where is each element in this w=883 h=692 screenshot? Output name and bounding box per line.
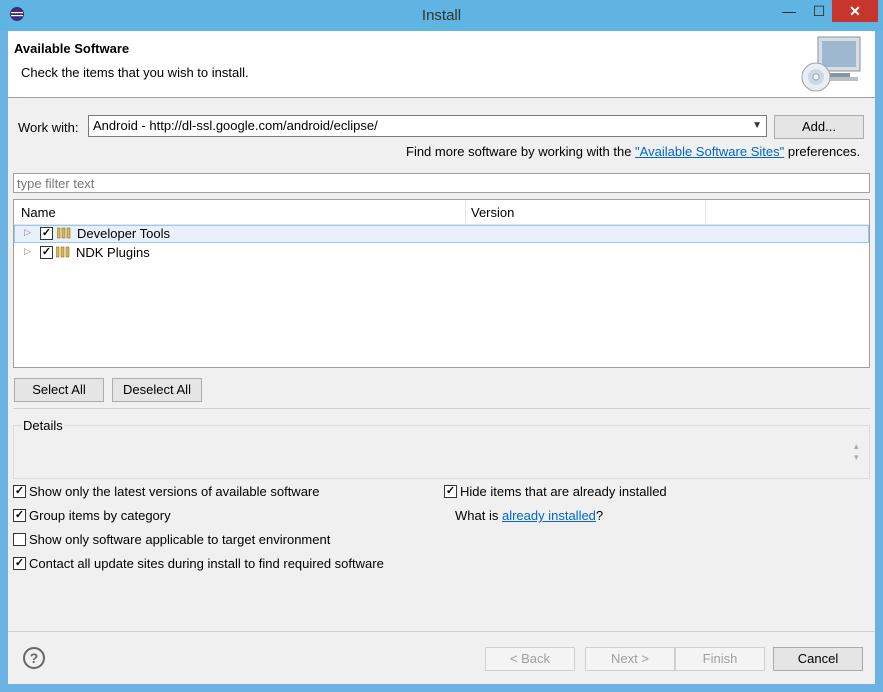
hide-installed-label: Hide items that are already installed — [460, 484, 667, 499]
what-is-prefix: What is — [455, 508, 502, 523]
footer-divider — [8, 631, 875, 632]
what-is-installed-text: What is already installed? — [455, 508, 603, 523]
checkbox-developer-tools[interactable]: ✓ — [40, 227, 53, 240]
latest-versions-label: Show only the latest versions of availab… — [29, 484, 320, 499]
title-bar: Install — ☐ ✕ — [0, 0, 883, 31]
maximize-button[interactable]: ☐ — [806, 0, 832, 22]
checkbox-latest-versions[interactable]: ✓ — [13, 485, 26, 498]
group-by-category-label: Group items by category — [29, 508, 171, 523]
checkbox-hide-installed[interactable]: ✓ — [444, 485, 457, 498]
column-name[interactable]: Name — [21, 205, 56, 220]
dialog-header: Available Software Check the items that … — [8, 31, 875, 98]
checkbox-contact-all-sites[interactable]: ✓ — [13, 557, 26, 570]
row-label-developer-tools: Developer Tools — [77, 226, 170, 241]
work-with-label: Work with: — [18, 120, 79, 135]
already-installed-link[interactable]: already installed — [502, 508, 596, 523]
row-label-ndk-plugins: NDK Plugins — [76, 245, 150, 260]
column-divider[interactable] — [705, 200, 706, 224]
applicable-only-label: Show only software applicable to target … — [29, 532, 331, 547]
find-more-prefix: Find more software by working with the — [406, 144, 636, 159]
feature-group-icon — [56, 246, 70, 258]
minimize-button[interactable]: — — [772, 0, 806, 22]
work-with-value: Android - http://dl-ssl.google.com/andro… — [93, 118, 378, 133]
window-title: Install — [421, 7, 462, 24]
find-more-text: Find more software by working with the "… — [406, 144, 860, 159]
available-software-sites-link[interactable]: "Available Software Sites" — [635, 144, 784, 159]
checkbox-ndk-plugins[interactable]: ✓ — [40, 246, 53, 259]
deselect-all-button[interactable]: Deselect All — [112, 378, 202, 402]
expand-arrow-icon[interactable]: ▷ — [24, 227, 31, 238]
tree-row[interactable]: ▷ ✓ Developer Tools — [14, 225, 869, 243]
work-with-combo[interactable]: Android - http://dl-ssl.google.com/andro… — [88, 115, 767, 137]
back-button[interactable]: < Back — [485, 647, 575, 671]
tree-row[interactable]: ▷ ✓ NDK Plugins — [14, 244, 869, 262]
expand-arrow-icon[interactable]: ▷ — [24, 246, 31, 257]
next-button[interactable]: Next > — [585, 647, 675, 671]
cancel-button[interactable]: Cancel — [773, 647, 863, 671]
details-box — [13, 425, 870, 479]
finish-button[interactable]: Finish — [675, 647, 765, 671]
software-tree[interactable]: Name Version ▷ ✓ Developer Tools ▷ ✓ NDK — [13, 199, 870, 368]
column-version[interactable]: Version — [471, 205, 514, 220]
divider — [13, 408, 870, 409]
checkbox-applicable-only[interactable] — [13, 533, 26, 546]
what-is-suffix: ? — [595, 508, 604, 523]
column-divider[interactable] — [465, 200, 466, 224]
chevron-down-icon[interactable]: ▼ — [752, 120, 762, 131]
install-wizard-icon — [801, 36, 861, 92]
find-more-suffix: preferences. — [784, 144, 861, 159]
close-button[interactable]: ✕ — [832, 0, 878, 22]
dialog-body: Available Software Check the items that … — [8, 31, 875, 684]
checkbox-group-by-category[interactable]: ✓ — [13, 509, 26, 522]
filter-input[interactable] — [13, 173, 870, 193]
feature-group-icon — [57, 227, 71, 239]
details-label: Details — [22, 418, 64, 433]
add-button[interactable]: Add... — [774, 115, 864, 139]
scroll-arrows-icon[interactable]: ▴ ▾ — [854, 441, 859, 463]
contact-all-sites-label: Contact all update sites during install … — [29, 556, 384, 571]
page-description: Check the items that you wish to install… — [21, 65, 249, 80]
tree-header: Name Version — [14, 200, 869, 225]
page-title: Available Software — [14, 41, 130, 56]
select-all-button[interactable]: Select All — [14, 378, 104, 402]
help-icon[interactable]: ? — [23, 647, 45, 669]
